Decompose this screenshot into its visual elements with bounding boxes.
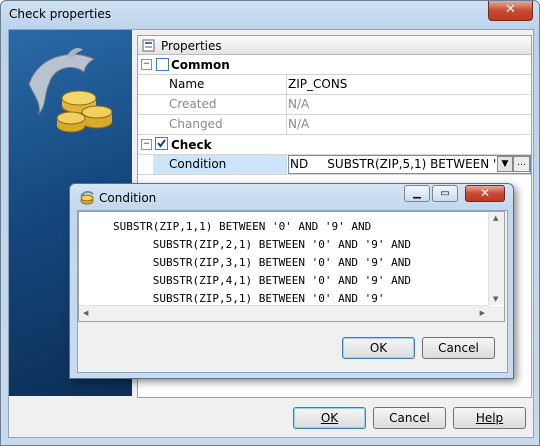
scroll-left-icon[interactable]: ◀ bbox=[83, 309, 88, 317]
condition-dialog: Condition ▁ ▭ ✕ SUBSTR(ZIP,1,1) BETWEEN … bbox=[69, 183, 514, 379]
dialog-close-button[interactable]: ✕ bbox=[465, 185, 505, 202]
property-name: Changed bbox=[153, 115, 287, 134]
horizontal-scrollbar[interactable]: ◀ ▶ bbox=[79, 305, 489, 321]
common-category-icon bbox=[156, 58, 169, 71]
category-common[interactable]: − Common bbox=[138, 55, 531, 75]
cancel-button-label: Cancel bbox=[389, 411, 430, 425]
scroll-right-icon[interactable]: ▶ bbox=[480, 309, 485, 317]
cancel-button[interactable]: Cancel bbox=[373, 407, 446, 429]
property-name: Created bbox=[153, 95, 287, 114]
window-close-button[interactable]: ✕ bbox=[488, 1, 533, 21]
close-icon: ✕ bbox=[479, 186, 491, 200]
help-button[interactable]: Help bbox=[453, 407, 526, 429]
property-row-name[interactable]: Name ZIP_CONS bbox=[138, 75, 531, 95]
dialog-cancel-label: Cancel bbox=[438, 341, 479, 355]
condition-dialog-client: SUBSTR(ZIP,1,1) BETWEEN '0' AND '9' AND … bbox=[77, 210, 508, 373]
category-check[interactable]: − Check bbox=[138, 135, 531, 155]
collapse-toggle-icon[interactable]: − bbox=[141, 59, 152, 70]
category-check-label: Check bbox=[171, 138, 212, 152]
condition-dialog-title: Condition bbox=[99, 191, 157, 205]
condition-dialog-icon bbox=[80, 190, 94, 205]
maximize-button[interactable]: ▭ bbox=[432, 185, 458, 202]
condition-code-text[interactable]: SUBSTR(ZIP,1,1) BETWEEN '0' AND '9' AND … bbox=[113, 218, 411, 308]
condition-value-editor[interactable]: ND SUBSTR(ZIP,5,1) BETWEEN '0' AND '9' bbox=[288, 155, 531, 174]
properties-icon bbox=[142, 39, 155, 52]
property-value: N/A bbox=[288, 97, 310, 111]
scroll-down-icon[interactable]: ▼ bbox=[493, 295, 498, 303]
help-button-label: Help bbox=[475, 411, 504, 425]
property-row-changed: Changed N/A bbox=[138, 115, 531, 135]
property-name: Name bbox=[153, 75, 287, 94]
vertical-scrollbar[interactable]: ▲ ▼ bbox=[488, 212, 504, 305]
minimize-button[interactable]: ▁ bbox=[404, 185, 430, 202]
dolphin-coins-logo bbox=[28, 48, 113, 133]
property-row-created: Created N/A bbox=[138, 95, 531, 115]
ok-button-label: OK bbox=[320, 411, 339, 425]
dialog-cancel-button[interactable]: Cancel bbox=[422, 337, 495, 359]
properties-header-label: Properties bbox=[161, 39, 222, 53]
window-title: Check properties bbox=[9, 7, 111, 21]
maximize-icon: ▭ bbox=[440, 188, 450, 199]
category-common-label: Common bbox=[171, 58, 230, 72]
condition-code-editor[interactable]: SUBSTR(ZIP,1,1) BETWEEN '0' AND '9' AND … bbox=[78, 211, 505, 322]
property-name: Condition bbox=[153, 155, 287, 174]
condition-value-text: ND SUBSTR(ZIP,5,1) BETWEEN '0' AND '9' bbox=[290, 157, 531, 171]
check-category-icon bbox=[155, 137, 168, 150]
dialog-ok-label: OK bbox=[369, 341, 388, 355]
collapse-toggle-icon[interactable]: − bbox=[141, 139, 152, 150]
property-value[interactable]: ZIP_CONS bbox=[288, 75, 531, 94]
property-value: N/A bbox=[288, 117, 310, 131]
minimize-icon: ▁ bbox=[413, 188, 421, 199]
dropdown-arrow-icon[interactable]: ▼ bbox=[497, 156, 513, 172]
scroll-up-icon[interactable]: ▲ bbox=[493, 214, 498, 222]
dialog-ok-button[interactable]: OK bbox=[342, 337, 415, 359]
properties-header: Properties bbox=[138, 36, 531, 55]
ellipsis-button[interactable]: … bbox=[513, 156, 530, 172]
property-row-condition[interactable]: Condition ND SUBSTR(ZIP,5,1) BETWEEN '0'… bbox=[138, 155, 531, 175]
scroll-corner bbox=[489, 306, 504, 321]
ok-button[interactable]: OK bbox=[293, 407, 366, 429]
